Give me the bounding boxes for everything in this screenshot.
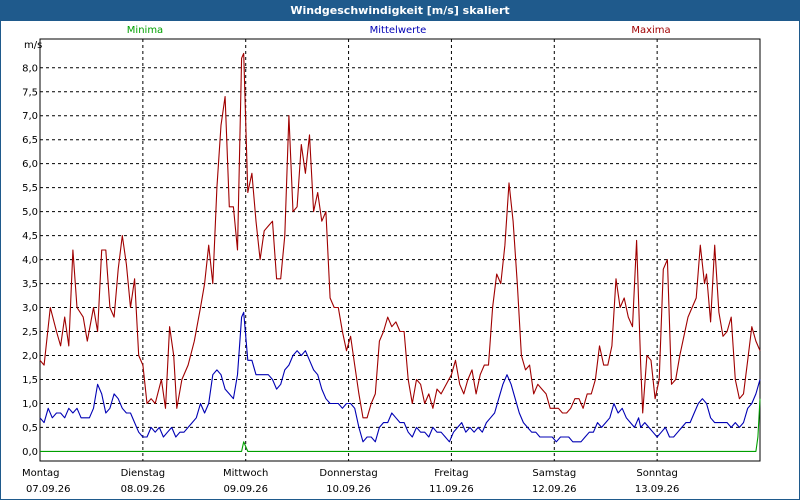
y-axis-unit-label: m/s [24,40,42,51]
plot-frame [39,38,761,462]
y-tick-label: 3,0 [22,303,38,314]
legend-mittelwerte: Mittelwerte [370,25,427,36]
x-tick-day: Samstag [532,468,576,479]
y-tick-label: 2,0 [22,351,38,362]
y-tick-label: 1,5 [22,375,38,386]
y-tick-label: 6,5 [22,135,38,146]
x-tick-date: 12.09.26 [532,484,577,495]
x-tick-date: 07.09.26 [26,484,71,495]
y-tick-label: 7,0 [22,111,38,122]
x-tick-day: Dienstag [121,468,166,479]
y-tick-label: 6,0 [22,159,38,170]
x-tick-date: 13.09.26 [635,484,680,495]
x-tick-day: Freitag [434,468,468,479]
x-tick-day: Donnerstag [319,468,377,479]
y-tick-label: 0,0 [22,447,38,458]
x-tick-day: Montag [22,468,59,479]
y-tick-label: 7,5 [22,87,38,98]
y-tick-label: 4,0 [22,255,38,266]
y-tick-label: 5,5 [22,183,38,194]
chart-svg: m/s Minima Mittelwerte Maxima 0,0 0,5 1,0 1… [22,25,761,495]
legend-minima: Minima [127,25,163,36]
x-tick-date: 09.09.26 [223,484,268,495]
y-tick-label: 8,0 [22,63,38,74]
legend-maxima: Maxima [631,25,670,36]
x-tick-date: 10.09.26 [326,484,371,495]
y-tick-label: 5,0 [22,207,38,218]
y-tick-label: 0,5 [22,423,38,434]
y-tick-labels: 0,0 0,5 1,0 1,5 2,0 2,5 3,0 3,5 4,0 4,5 5,0 5,5 6,0 6… [22,63,38,458]
y-tick-label: 2,5 [22,327,38,338]
x-tick-day: Sonntag [636,468,678,479]
y-tick-label: 4,5 [22,231,38,242]
x-tick-date: 11.09.26 [429,484,474,495]
x-tick-labels: Montag 07.09.26 Dienstag 08.09.26 Mittwoch 09… [22,468,679,495]
y-tick-label: 1,0 [22,399,38,410]
x-tick-day: Mittwoch [223,468,268,479]
y-tick-label: 3,5 [22,279,38,290]
x-tick-date: 08.09.26 [121,484,166,495]
